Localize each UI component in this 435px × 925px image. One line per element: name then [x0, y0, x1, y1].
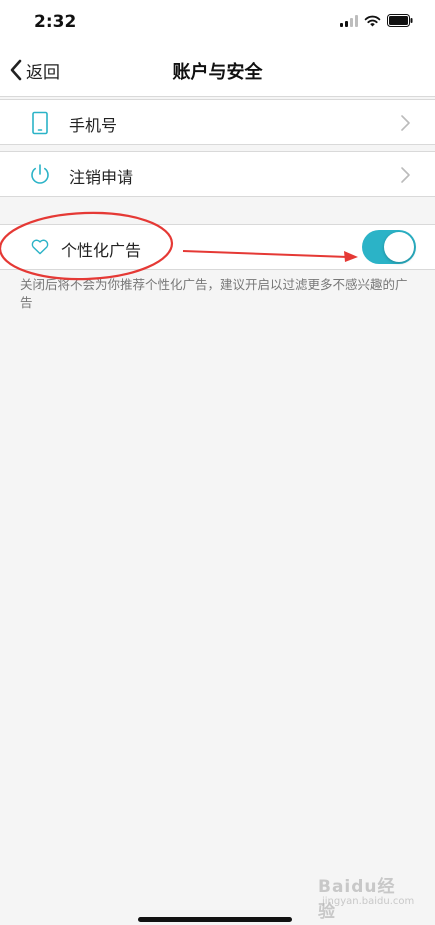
wifi-icon	[364, 15, 381, 26]
personalized-ads-hint: 关闭后将不会为你推荐个性化广告，建议开启以过滤更多不感兴趣的广告	[20, 277, 408, 310]
phone-number-label: 手机号	[69, 116, 118, 135]
page-title: 账户与安全	[172, 62, 263, 83]
phone-number-row[interactable]: 手机号	[0, 99, 435, 145]
personalized-ads-toggle[interactable]	[362, 230, 416, 264]
battery-icon	[387, 14, 413, 27]
power-icon	[31, 164, 49, 184]
status-bar: 2:32	[0, 0, 435, 44]
account-cancellation-row[interactable]: 注销申请	[0, 151, 435, 197]
status-time: 2:32	[34, 12, 77, 32]
phone-icon	[32, 111, 48, 135]
watermark: Baidu经验 jingyan.baidu.com	[318, 872, 415, 922]
signal-icon	[340, 14, 358, 27]
home-indicator	[138, 917, 292, 922]
account-cancellation-label: 注销申请	[69, 168, 134, 187]
personalized-ads-row: 个性化广告	[0, 224, 435, 270]
heart-icon	[31, 239, 49, 255]
status-icons	[340, 14, 413, 27]
toggle-knob	[384, 232, 414, 262]
chevron-right-icon	[401, 167, 410, 183]
personalized-ads-label: 个性化广告	[61, 241, 142, 260]
watermark-sub: jingyan.baidu.com	[322, 896, 415, 907]
chevron-right-icon	[401, 115, 410, 131]
nav-bar: 返回 账户与安全	[0, 44, 435, 97]
